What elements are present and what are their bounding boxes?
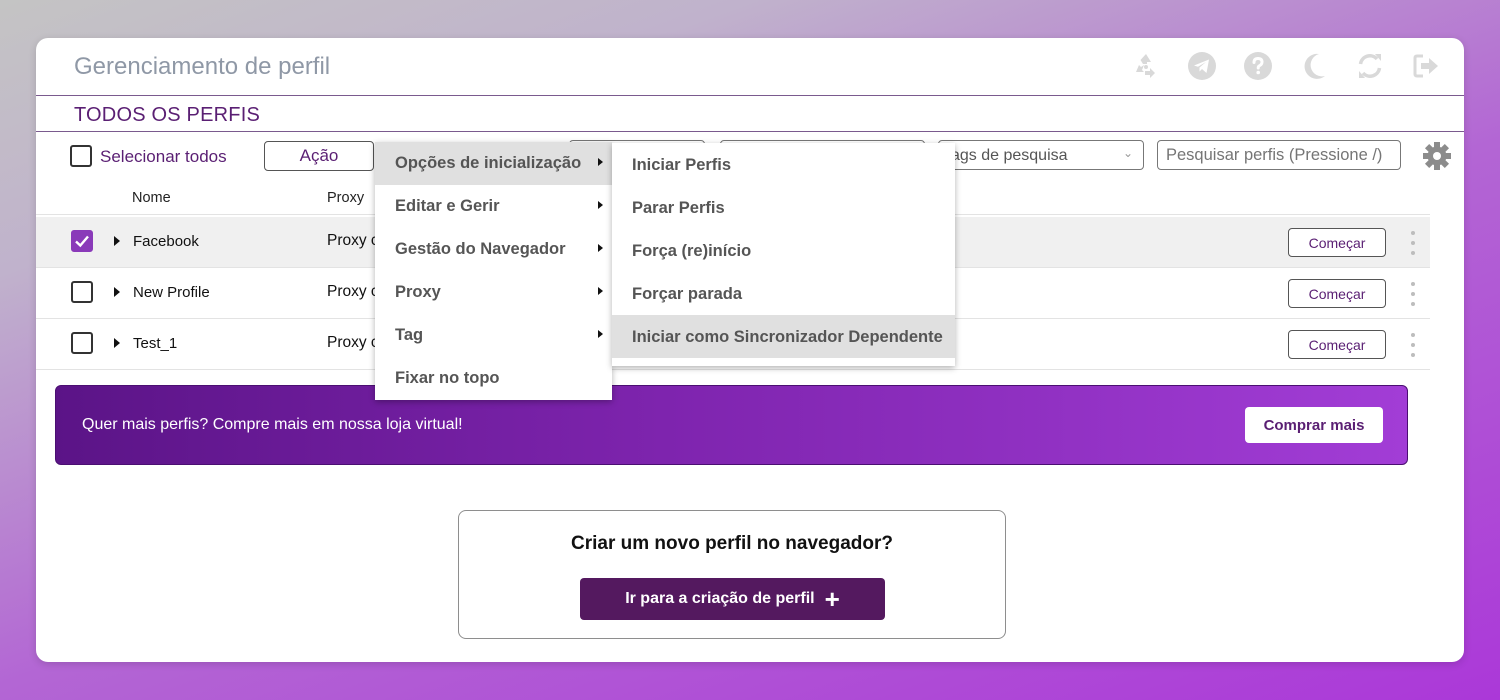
menu-item-edit-manage[interactable]: Editar e Gerir xyxy=(375,185,612,228)
section-title: TODOS OS PERFIS xyxy=(74,104,260,126)
create-profile-button[interactable]: Ir para a criação de perfil + xyxy=(580,578,885,620)
telegram-icon[interactable] xyxy=(1184,50,1220,82)
expand-arrow-icon[interactable] xyxy=(114,236,120,246)
recycle-icon[interactable] xyxy=(1128,50,1164,82)
select-all-label[interactable]: Selecionar todos xyxy=(100,147,227,167)
submenu-item-start-as-dependent-sync[interactable]: Iniciar como Sincronizador Dependente xyxy=(612,315,955,358)
caret-right-icon xyxy=(598,330,603,338)
start-profile-button[interactable]: Começar xyxy=(1288,228,1386,257)
column-header-name[interactable]: Nome xyxy=(132,190,171,206)
create-profile-title: Criar um novo perfil no navegador? xyxy=(571,533,893,554)
profile-name: Test_1 xyxy=(133,335,178,352)
sync-icon[interactable] xyxy=(1352,50,1388,82)
menu-item-label: Fixar no topo xyxy=(395,369,500,387)
more-options-icon[interactable] xyxy=(1408,282,1418,306)
row-checkbox[interactable] xyxy=(71,281,93,303)
header-icon-bar xyxy=(1128,50,1444,82)
more-options-icon[interactable] xyxy=(1408,333,1418,357)
menu-item-tag[interactable]: Tag xyxy=(375,314,612,357)
menu-item-browser-management[interactable]: Gestão do Navegador xyxy=(375,228,612,271)
expand-arrow-icon[interactable] xyxy=(114,338,120,348)
caret-right-icon xyxy=(598,244,603,252)
buy-more-button[interactable]: Comprar mais xyxy=(1245,407,1383,443)
promo-banner: Quer mais perfis? Compre mais em nossa l… xyxy=(55,385,1408,465)
plus-icon: + xyxy=(824,584,840,614)
section-divider xyxy=(36,131,1464,132)
gear-icon[interactable] xyxy=(1422,141,1452,171)
profile-proxy: Proxy c xyxy=(327,334,379,351)
submenu-item-stop-profiles[interactable]: Parar Perfis xyxy=(612,186,955,229)
submenu-item-start-profiles[interactable]: Iniciar Perfis xyxy=(612,143,955,186)
menu-item-pin-to-top[interactable]: Fixar no topo xyxy=(375,357,612,400)
menu-item-label: Proxy xyxy=(395,283,441,301)
tags-search-select[interactable]: ags de pesquisa ⌄ xyxy=(938,140,1144,170)
profile-name: New Profile xyxy=(133,284,210,301)
menu-item-label: Editar e Gerir xyxy=(395,197,500,215)
more-options-icon[interactable] xyxy=(1408,231,1418,255)
menu-item-launch-options[interactable]: Opções de inicialização xyxy=(375,142,612,185)
logout-icon[interactable] xyxy=(1408,50,1444,82)
select-all-checkbox[interactable] xyxy=(70,145,92,167)
launch-options-submenu: Iniciar Perfis Parar Perfis Força (re)in… xyxy=(612,143,955,366)
search-input[interactable] xyxy=(1157,140,1401,170)
create-profile-card: Criar um novo perfil no navegador? Ir pa… xyxy=(458,510,1006,639)
row-checkbox[interactable] xyxy=(71,332,93,354)
tags-search-placeholder: ags de pesquisa xyxy=(951,147,1068,164)
context-menu: Opções de inicialização Editar e Gerir G… xyxy=(375,142,612,400)
menu-item-label: Gestão do Navegador xyxy=(395,240,566,258)
menu-item-label: Tag xyxy=(395,326,424,344)
start-profile-button[interactable]: Começar xyxy=(1288,330,1386,359)
promo-text: Quer mais perfis? Compre mais em nossa l… xyxy=(82,416,463,433)
action-button[interactable]: Ação xyxy=(264,141,374,171)
submenu-item-force-restart[interactable]: Força (re)início xyxy=(612,229,955,272)
check-icon xyxy=(75,235,89,248)
menu-item-proxy[interactable]: Proxy xyxy=(375,271,612,314)
app-window: Gerenciamento de perfil TODOS OS PERFIS xyxy=(36,38,1464,662)
profile-proxy: Proxy c xyxy=(327,283,379,300)
menu-item-label: Opções de inicialização xyxy=(395,154,582,172)
caret-right-icon xyxy=(598,158,603,166)
start-profile-button[interactable]: Começar xyxy=(1288,279,1386,308)
caret-right-icon xyxy=(598,287,603,295)
create-profile-button-label: Ir para a criação de perfil xyxy=(625,590,815,607)
moon-icon[interactable] xyxy=(1296,50,1332,82)
expand-arrow-icon[interactable] xyxy=(114,287,120,297)
title-bar: Gerenciamento de perfil xyxy=(36,38,1464,96)
help-icon[interactable] xyxy=(1240,50,1276,82)
profile-name: Facebook xyxy=(133,233,199,250)
submenu-item-force-stop[interactable]: Forçar parada xyxy=(612,272,955,315)
row-checkbox[interactable] xyxy=(71,230,93,252)
profile-proxy: Proxy c xyxy=(327,232,379,249)
column-header-proxy[interactable]: Proxy xyxy=(327,190,364,206)
caret-right-icon xyxy=(598,201,603,209)
chevron-down-icon: ⌄ xyxy=(1122,146,1133,160)
app-title: Gerenciamento de perfil xyxy=(74,53,331,80)
